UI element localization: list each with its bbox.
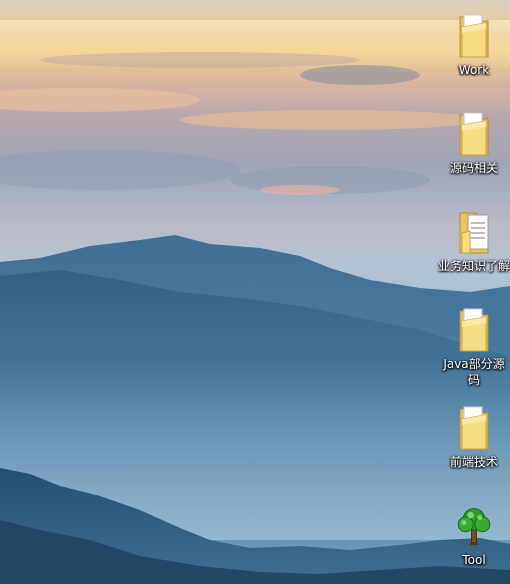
tree-app-icon xyxy=(454,504,494,548)
folder-icon xyxy=(454,112,494,156)
desktop-icon-label: Tool xyxy=(462,553,486,567)
desktop-icon-work[interactable]: Work xyxy=(436,14,510,78)
desktop-icon-label: 业务知识了解 xyxy=(437,259,510,273)
desktop-icon-source-code[interactable]: 源码相关 xyxy=(436,112,510,176)
desktop-icon-tool[interactable]: Tool xyxy=(436,504,510,568)
desktop-icon-business-knowledge[interactable]: 业务知识了解 xyxy=(436,210,510,274)
wallpaper-landscape xyxy=(0,20,510,584)
desktop-icon-label: 前端技术 xyxy=(449,455,498,469)
desktop-icon-java-source[interactable]: Java部分源码 xyxy=(436,308,510,388)
desktop-icon-label: Java部分源码 xyxy=(443,357,505,387)
folder-icon xyxy=(454,406,494,450)
desktop-icon-label: Work xyxy=(458,63,490,77)
desktop-icon-frontend[interactable]: 前端技术 xyxy=(436,406,510,470)
folder-icon xyxy=(454,308,494,352)
desktop[interactable]: Work 源码相关 业务知识了解 Java部分源码 前端技术 Tool xyxy=(0,0,510,584)
folder-icon xyxy=(454,14,494,58)
desktop-icon-label: 源码相关 xyxy=(449,161,498,175)
folder-document-icon xyxy=(454,210,494,254)
